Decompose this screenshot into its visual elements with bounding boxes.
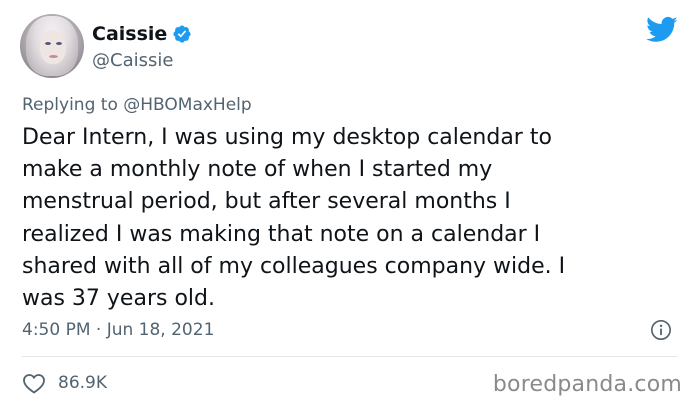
watermark: boredpanda.com	[492, 372, 682, 397]
avatar-eye-right	[56, 42, 62, 45]
author-name-row: Caissie	[92, 22, 192, 46]
avatar-eye-left	[45, 42, 51, 45]
reply-mention-link[interactable]: @HBOMaxHelp	[123, 95, 251, 115]
divider	[22, 356, 678, 357]
author-handle[interactable]: @Caissie	[92, 50, 173, 72]
tweet-text: Dear Intern, I was using my desktop cale…	[22, 125, 566, 312]
info-icon[interactable]	[650, 319, 672, 341]
twitter-bird-icon[interactable]	[646, 16, 678, 44]
author-display-name[interactable]: Caissie	[92, 22, 167, 46]
tweet-timestamp[interactable]: 4:50 PM · Jun 18, 2021	[22, 319, 214, 341]
tweet-card: Caissie @Caissie Replying to @HBOMaxHelp…	[0, 0, 700, 411]
reply-context-prefix: Replying to	[22, 95, 118, 115]
avatar-lips	[49, 55, 58, 58]
like-count: 86.9K	[58, 373, 107, 393]
avatar-face	[40, 30, 66, 64]
like-button[interactable]: 86.9K	[22, 372, 107, 394]
heart-icon	[23, 374, 45, 394]
avatar[interactable]	[20, 14, 84, 78]
reply-context: Replying to @HBOMaxHelp	[22, 94, 252, 116]
verified-badge-icon	[173, 25, 191, 43]
